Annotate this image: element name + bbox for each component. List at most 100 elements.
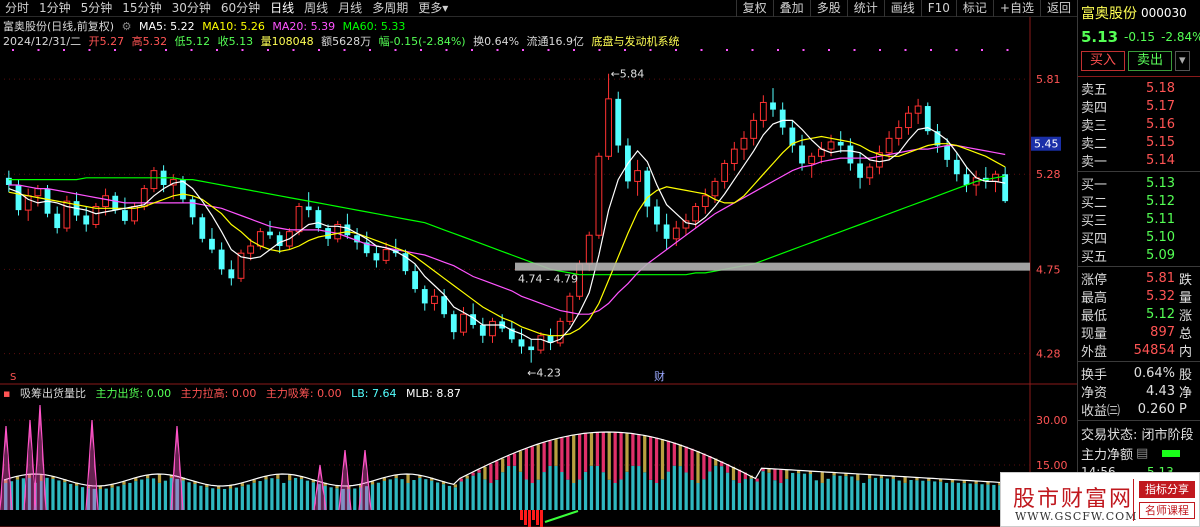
tab-5min[interactable]: 5分钟 xyxy=(76,0,118,17)
adjust-button[interactable]: 复权 xyxy=(735,0,773,17)
ask-price[interactable]: 5.16 xyxy=(1129,117,1175,132)
indicator-neg-bar xyxy=(528,510,531,527)
indicator-bar xyxy=(708,471,712,510)
ask-price[interactable]: 5.18 xyxy=(1129,81,1175,96)
sell-button[interactable]: 卖出 xyxy=(1128,51,1173,71)
watermark-divider xyxy=(1133,479,1134,521)
indicator-bar-upper xyxy=(708,456,712,472)
indicator-bar xyxy=(702,479,706,510)
add-watchlist-button[interactable]: +自选 xyxy=(992,0,1040,17)
indicator-bar xyxy=(234,487,239,510)
ask-price[interactable]: 5.17 xyxy=(1129,99,1175,114)
indicator-bar xyxy=(80,487,85,510)
last-price: 5.13 xyxy=(1081,28,1119,46)
stat-value: 897 xyxy=(1150,324,1175,340)
bid-price[interactable]: 5.12 xyxy=(1129,194,1175,209)
indicator-bar xyxy=(761,471,765,510)
dividend-mark: S xyxy=(10,372,16,383)
chevron-down-icon[interactable]: ▾ xyxy=(1175,51,1190,71)
bid-price[interactable]: 5.11 xyxy=(1129,212,1175,227)
tab-weekly[interactable]: 周线 xyxy=(299,0,333,17)
watermark-tag-course: 名师课程 xyxy=(1139,502,1195,519)
ask-price[interactable]: 5.14 xyxy=(1129,153,1175,168)
indicator-bar-upper xyxy=(495,461,499,480)
indicator-bar xyxy=(968,483,972,510)
indicator-bar xyxy=(974,483,978,510)
indicator-bar xyxy=(104,488,108,510)
indicator-bar xyxy=(453,487,457,510)
indicator-bar-upper xyxy=(157,474,162,483)
main-flow-row[interactable]: 主力净额 ▤ xyxy=(1078,443,1200,463)
signal-dot xyxy=(624,49,626,51)
indicator-bar xyxy=(211,488,215,510)
indicator-bar-upper xyxy=(903,476,907,483)
buy-button[interactable]: 买入 xyxy=(1081,51,1126,71)
indicator-bar xyxy=(690,479,694,510)
statistics-button[interactable]: 统计 xyxy=(846,0,884,17)
candle-body xyxy=(827,141,835,150)
draw-line-button[interactable]: 画线 xyxy=(883,0,921,17)
divider xyxy=(1078,420,1200,421)
indicator-bar xyxy=(282,482,286,510)
indicator-bar xyxy=(140,479,144,510)
indicator-bar xyxy=(240,486,244,510)
tab-more[interactable]: 更多▾ xyxy=(413,0,453,17)
tab-60min[interactable]: 60分钟 xyxy=(216,0,265,17)
candle-body xyxy=(479,324,486,336)
tab-15min[interactable]: 15分钟 xyxy=(117,0,166,17)
ask-row: 卖一 5.14 xyxy=(1078,151,1200,170)
stat-value: 5.32 xyxy=(1146,288,1175,304)
mark-button[interactable]: 标记 xyxy=(955,0,993,17)
indicator-bar xyxy=(264,479,268,510)
indicator-bar xyxy=(110,487,114,510)
indicator-bar-upper xyxy=(613,432,617,483)
candle-body xyxy=(92,206,100,225)
stat-tail: 股 xyxy=(1179,367,1193,383)
signal-dot xyxy=(547,49,550,51)
indicator-name[interactable]: 吸筹出货量比 xyxy=(20,387,86,400)
stock-name: 富奥股份 xyxy=(1081,6,1137,22)
indicator-bar xyxy=(477,472,481,510)
indicator-bar xyxy=(394,478,398,510)
tab-monthly[interactable]: 月线 xyxy=(333,0,367,17)
signal-dot xyxy=(37,49,40,51)
stat-value: 4.43 xyxy=(1146,383,1175,399)
kline-chart[interactable]: 5.81 5.28 4.75 4.28 5.45 30.00 15.00 4.74 - 4.… xyxy=(0,17,1077,527)
ask-price[interactable]: 5.15 xyxy=(1129,135,1175,150)
indicator-bar xyxy=(808,474,813,510)
back-button[interactable]: 返回 xyxy=(1039,0,1077,17)
signal-dot xyxy=(726,49,728,51)
candle-body xyxy=(857,163,863,178)
stat-tail: 跌 xyxy=(1179,272,1193,288)
candle-body xyxy=(905,112,912,129)
bid-price[interactable]: 5.10 xyxy=(1129,230,1175,245)
overlay-button[interactable]: 叠加 xyxy=(772,0,810,17)
divider xyxy=(1078,361,1200,362)
bid-price[interactable]: 5.09 xyxy=(1129,248,1175,263)
stat-row: 最低 5.12 涨 xyxy=(1078,305,1200,324)
candle-body xyxy=(963,174,970,185)
bid-book: 买一 5.13 买二 5.12 买三 5.11 买四 5.10 买五 5.09 xyxy=(1078,174,1200,265)
indicator-bar xyxy=(737,482,742,510)
stat-row: 换手 0.64% 股 xyxy=(1078,364,1200,383)
price-change: -0.15 xyxy=(1124,30,1156,44)
tab-daily[interactable]: 日线 xyxy=(265,0,299,17)
bid-price[interactable]: 5.13 xyxy=(1129,176,1175,191)
tab-intraday[interactable]: 分时 xyxy=(0,0,34,17)
tab-30min[interactable]: 30分钟 xyxy=(167,0,216,17)
indicator-bar xyxy=(128,482,132,510)
signal-dot xyxy=(930,49,932,51)
multi-stock-button[interactable]: 多股 xyxy=(809,0,847,17)
list-icon[interactable]: ▤ xyxy=(1136,446,1148,461)
candle-body xyxy=(837,141,844,146)
bid-label: 买四 xyxy=(1081,231,1108,247)
tab-multi-period[interactable]: 多周期 xyxy=(367,0,413,17)
indicator-tick-label: 30.00 xyxy=(1036,414,1068,427)
f10-button[interactable]: F10 xyxy=(920,0,956,17)
ask-label: 卖一 xyxy=(1081,154,1108,170)
tab-1min[interactable]: 1分钟 xyxy=(34,0,76,17)
price-tick-label: 5.81 xyxy=(1036,73,1061,86)
indicator-bar-upper xyxy=(785,469,789,479)
indicator-bar xyxy=(530,482,534,510)
indicator-bar-upper xyxy=(489,464,493,483)
